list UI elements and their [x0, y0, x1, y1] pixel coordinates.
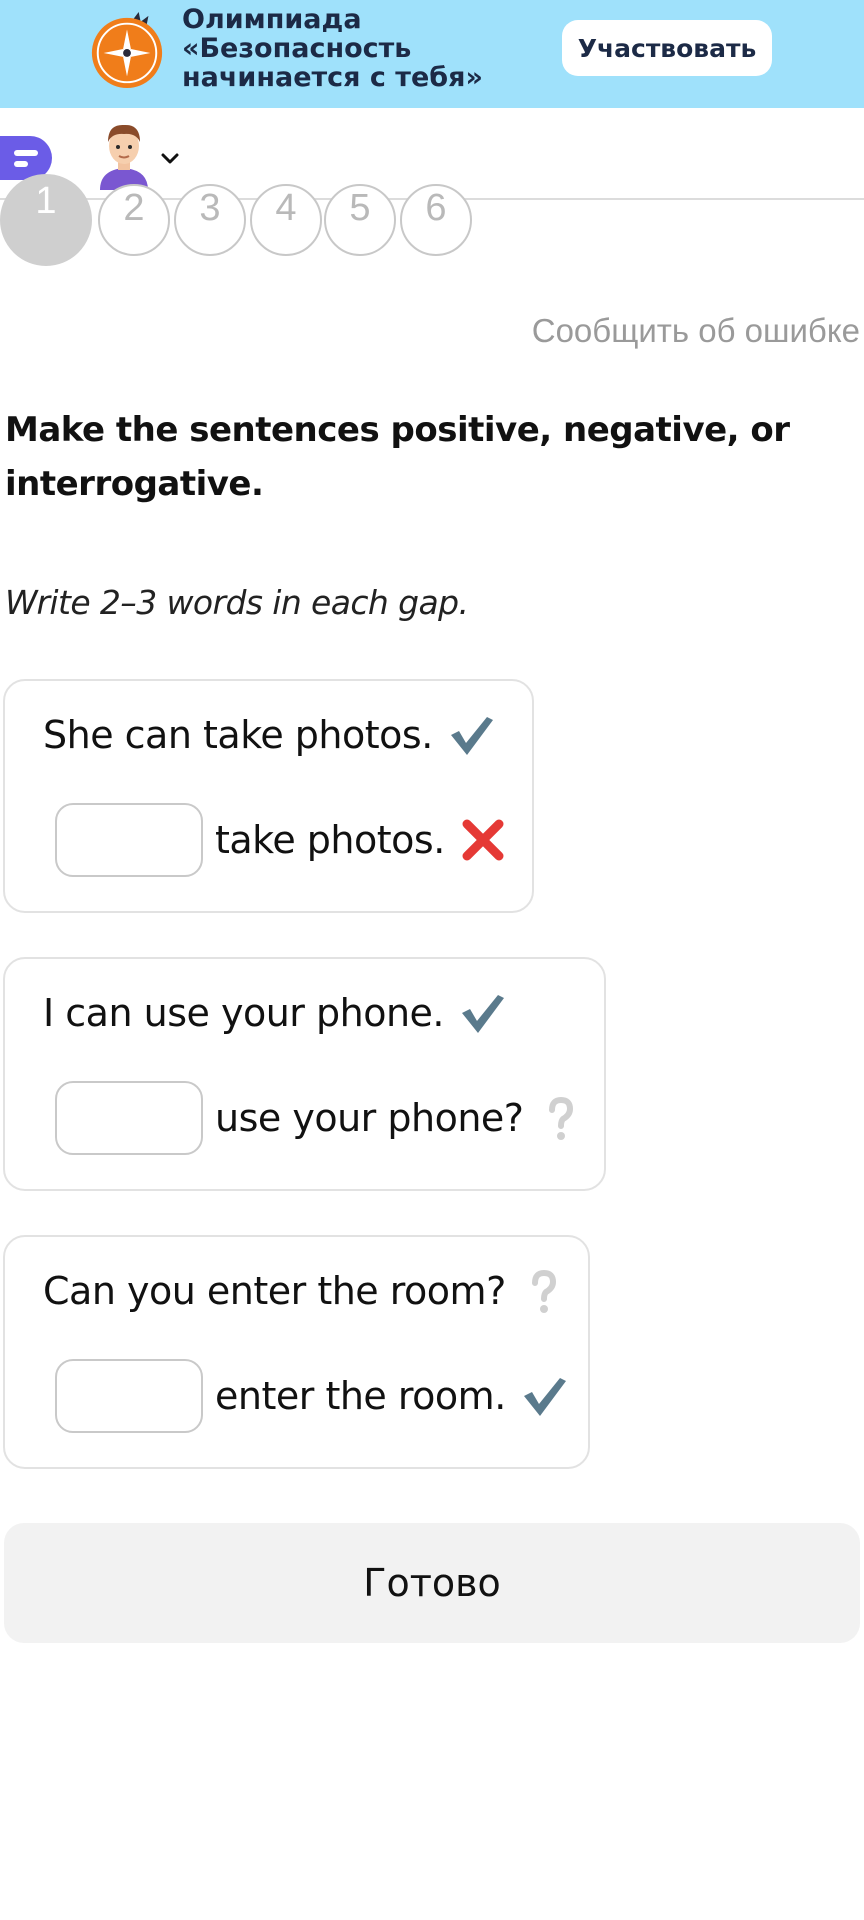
gap-input[interactable]	[55, 1359, 203, 1433]
step-2[interactable]: 2	[98, 184, 170, 256]
participate-button[interactable]: Участвовать	[562, 20, 772, 76]
gap-input[interactable]	[55, 803, 203, 877]
banner-title-line: «Безопасность	[182, 33, 412, 64]
answer-text: use your phone?	[215, 1096, 524, 1140]
banner-title-line: Олимпиада	[182, 4, 362, 35]
gap-input[interactable]	[55, 1081, 203, 1155]
cross-icon	[462, 819, 504, 861]
step-3[interactable]: 3	[174, 184, 246, 256]
task-hint: Write 2–3 words in each gap.	[5, 583, 469, 622]
step-4[interactable]: 4	[250, 184, 322, 256]
answer-line: use your phone?	[55, 1081, 585, 1155]
step-navigation: 1 2 3 4 5 6	[0, 174, 864, 266]
compass-logo-icon	[91, 12, 163, 89]
source-sentence: Can you enter the room?	[43, 1267, 568, 1315]
banner-title-line: начинается с тебя»	[182, 62, 483, 93]
exercise-card: I can use your phone. use your phone?	[3, 957, 606, 1191]
step-5[interactable]: 5	[324, 184, 396, 256]
answer-text: enter the room.	[215, 1374, 506, 1418]
check-icon	[523, 1378, 566, 1416]
question-icon	[531, 1269, 556, 1313]
report-error-link[interactable]: Сообщить об ошибке	[532, 312, 860, 350]
exercise-card: Can you enter the room? enter the room.	[3, 1235, 590, 1469]
step-6[interactable]: 6	[400, 184, 472, 256]
step-1[interactable]: 1	[0, 174, 92, 266]
user-avatar[interactable]	[94, 120, 154, 190]
done-button[interactable]: Готово	[4, 1523, 860, 1643]
banner-title: Олимпиада «Безопасность начинается с теб…	[182, 5, 562, 92]
sentence-text: I can use your phone.	[43, 991, 445, 1035]
source-sentence: She can take photos.	[43, 711, 495, 759]
sentence-text: Can you enter the room?	[43, 1269, 506, 1313]
sentence-text: She can take photos.	[43, 713, 433, 757]
answer-text: take photos.	[215, 818, 445, 862]
question-icon	[549, 1096, 574, 1140]
check-icon	[462, 995, 504, 1033]
source-sentence: I can use your phone.	[43, 989, 506, 1037]
exercise-card: She can take photos. take photos.	[3, 679, 534, 913]
answer-line: enter the room.	[55, 1359, 568, 1433]
olympiad-banner[interactable]: Олимпиада «Безопасность начинается с теб…	[0, 0, 864, 108]
check-icon	[450, 717, 493, 755]
task-title: Make the sentences positive, negative, o…	[5, 410, 790, 504]
chevron-down-icon[interactable]	[158, 146, 182, 170]
answer-line: take photos.	[55, 803, 507, 877]
